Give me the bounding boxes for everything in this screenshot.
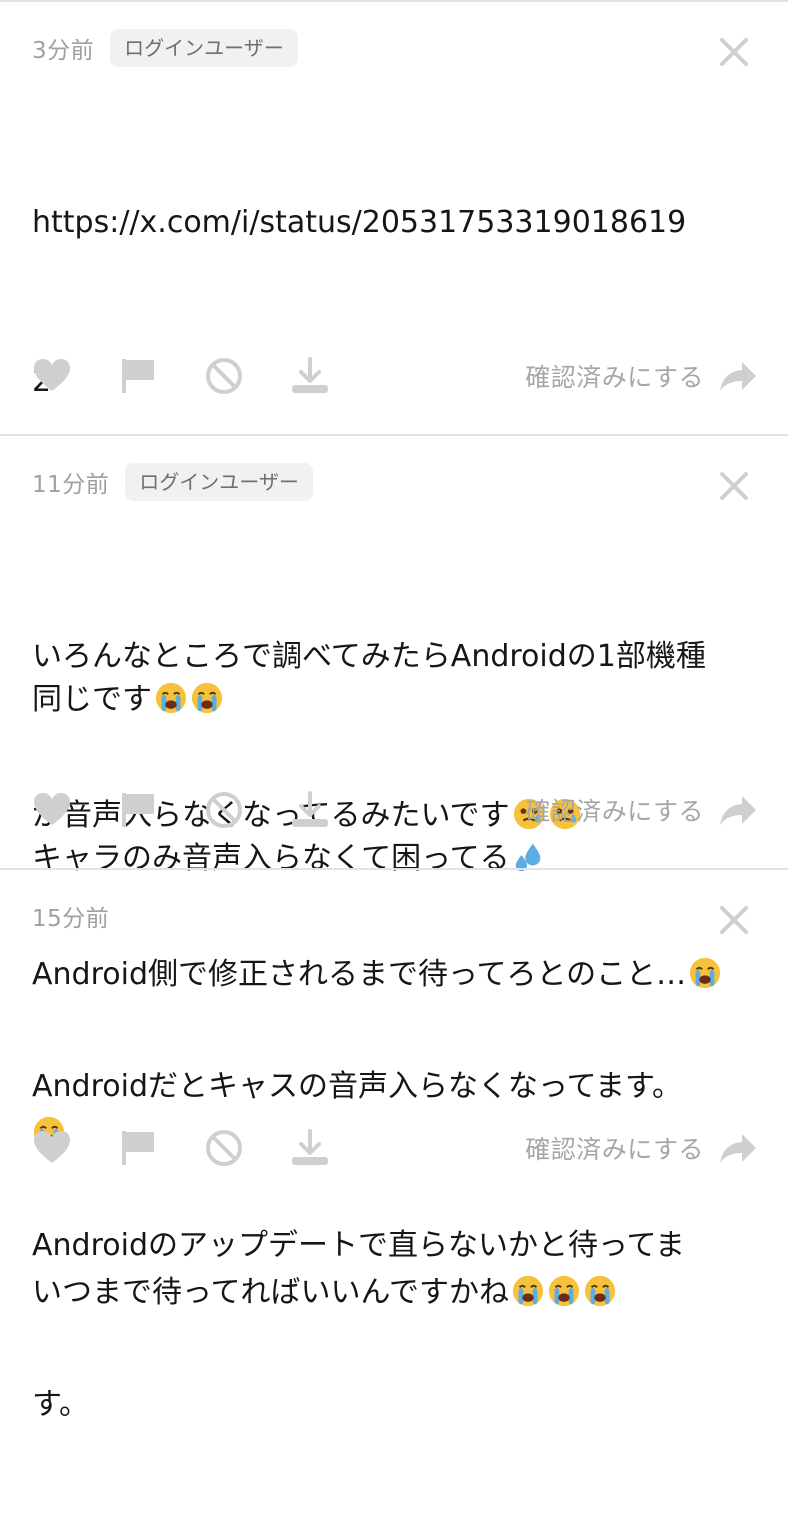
- action-bar: 確認済みにする: [0, 356, 788, 396]
- comment-card: 3分前 ログインユーザー https://x.com/i/status/2053…: [0, 2, 788, 876]
- heart-icon[interactable]: [32, 356, 72, 396]
- share-arrow-icon[interactable]: [718, 790, 758, 830]
- heart-icon[interactable]: [32, 1128, 72, 1168]
- comment-header: 15分前: [32, 896, 125, 936]
- body-line: Androidだとキャスの音声入らなくなってます。: [32, 1069, 682, 1104]
- close-icon[interactable]: [714, 900, 754, 940]
- body-line: す。: [32, 1387, 89, 1422]
- comment-card: 15分前 Androidだとキャスの音声入らなくなってます。 Androidのア…: [0, 870, 788, 1422]
- share-arrow-icon[interactable]: [718, 356, 758, 396]
- body-line: いろんなところで調べてみたらAndroidの1部機種: [32, 639, 706, 674]
- block-icon[interactable]: [204, 356, 244, 396]
- body-line: Androidのアップデートで直らないかと待ってま: [32, 1228, 685, 1263]
- flag-icon[interactable]: [118, 790, 158, 830]
- share-arrow-icon[interactable]: [718, 1128, 758, 1168]
- comment-header: 3分前 ログインユーザー: [32, 28, 298, 68]
- comment-card: 11分前 ログインユーザー いろんなところで調べてみたらAndroidの1部機種…: [0, 436, 788, 1310]
- block-icon[interactable]: [204, 790, 244, 830]
- comment-body: Androidだとキャスの音声入らなくなってます。 Androidのアップデート…: [32, 954, 764, 1537]
- login-user-badge: ログインユーザー: [110, 29, 298, 67]
- timestamp: 11分前: [32, 472, 110, 498]
- close-icon[interactable]: [714, 466, 754, 506]
- body-line: https://x.com/i/status/20531753319018619: [32, 205, 687, 240]
- timestamp: 3分前: [32, 38, 95, 64]
- close-icon[interactable]: [714, 32, 754, 72]
- mark-as-confirmed-button[interactable]: 確認済みにする: [525, 358, 704, 394]
- download-icon[interactable]: [290, 790, 330, 830]
- flag-icon[interactable]: [118, 356, 158, 396]
- login-user-badge: ログインユーザー: [125, 463, 313, 501]
- block-icon[interactable]: [204, 1128, 244, 1168]
- action-bar: 確認済みにする: [0, 790, 788, 830]
- download-icon[interactable]: [290, 1128, 330, 1168]
- mark-as-confirmed-button[interactable]: 確認済みにする: [525, 792, 704, 828]
- download-icon[interactable]: [290, 356, 330, 396]
- timestamp: 15分前: [32, 906, 110, 932]
- flag-icon[interactable]: [118, 1128, 158, 1168]
- comment-header: 11分前 ログインユーザー: [32, 462, 313, 502]
- mark-as-confirmed-button[interactable]: 確認済みにする: [525, 1130, 704, 1166]
- action-bar: 確認済みにする: [0, 1128, 788, 1168]
- heart-icon[interactable]: [32, 790, 72, 830]
